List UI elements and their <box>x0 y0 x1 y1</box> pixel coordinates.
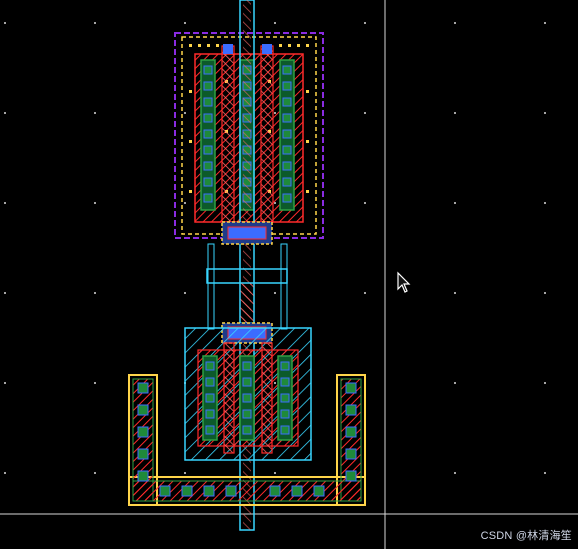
pmos-gate-cap-left <box>223 44 233 54</box>
layout-canvas[interactable]: CSDN @林清海笙 <box>0 0 578 549</box>
watermark-text: CSDN @林清海笙 <box>480 530 572 542</box>
nmos-gate-left[interactable] <box>223 342 235 454</box>
layout-drawing[interactable] <box>0 0 578 549</box>
pmos-gate-left[interactable] <box>221 45 235 223</box>
nmos-gate-right[interactable] <box>261 342 273 454</box>
pmos-gate-contact-inner <box>227 226 267 240</box>
pmos-gate-right[interactable] <box>260 45 274 223</box>
mid-gate-hatch <box>239 282 255 324</box>
pmos-gate-cap-right <box>262 44 272 54</box>
